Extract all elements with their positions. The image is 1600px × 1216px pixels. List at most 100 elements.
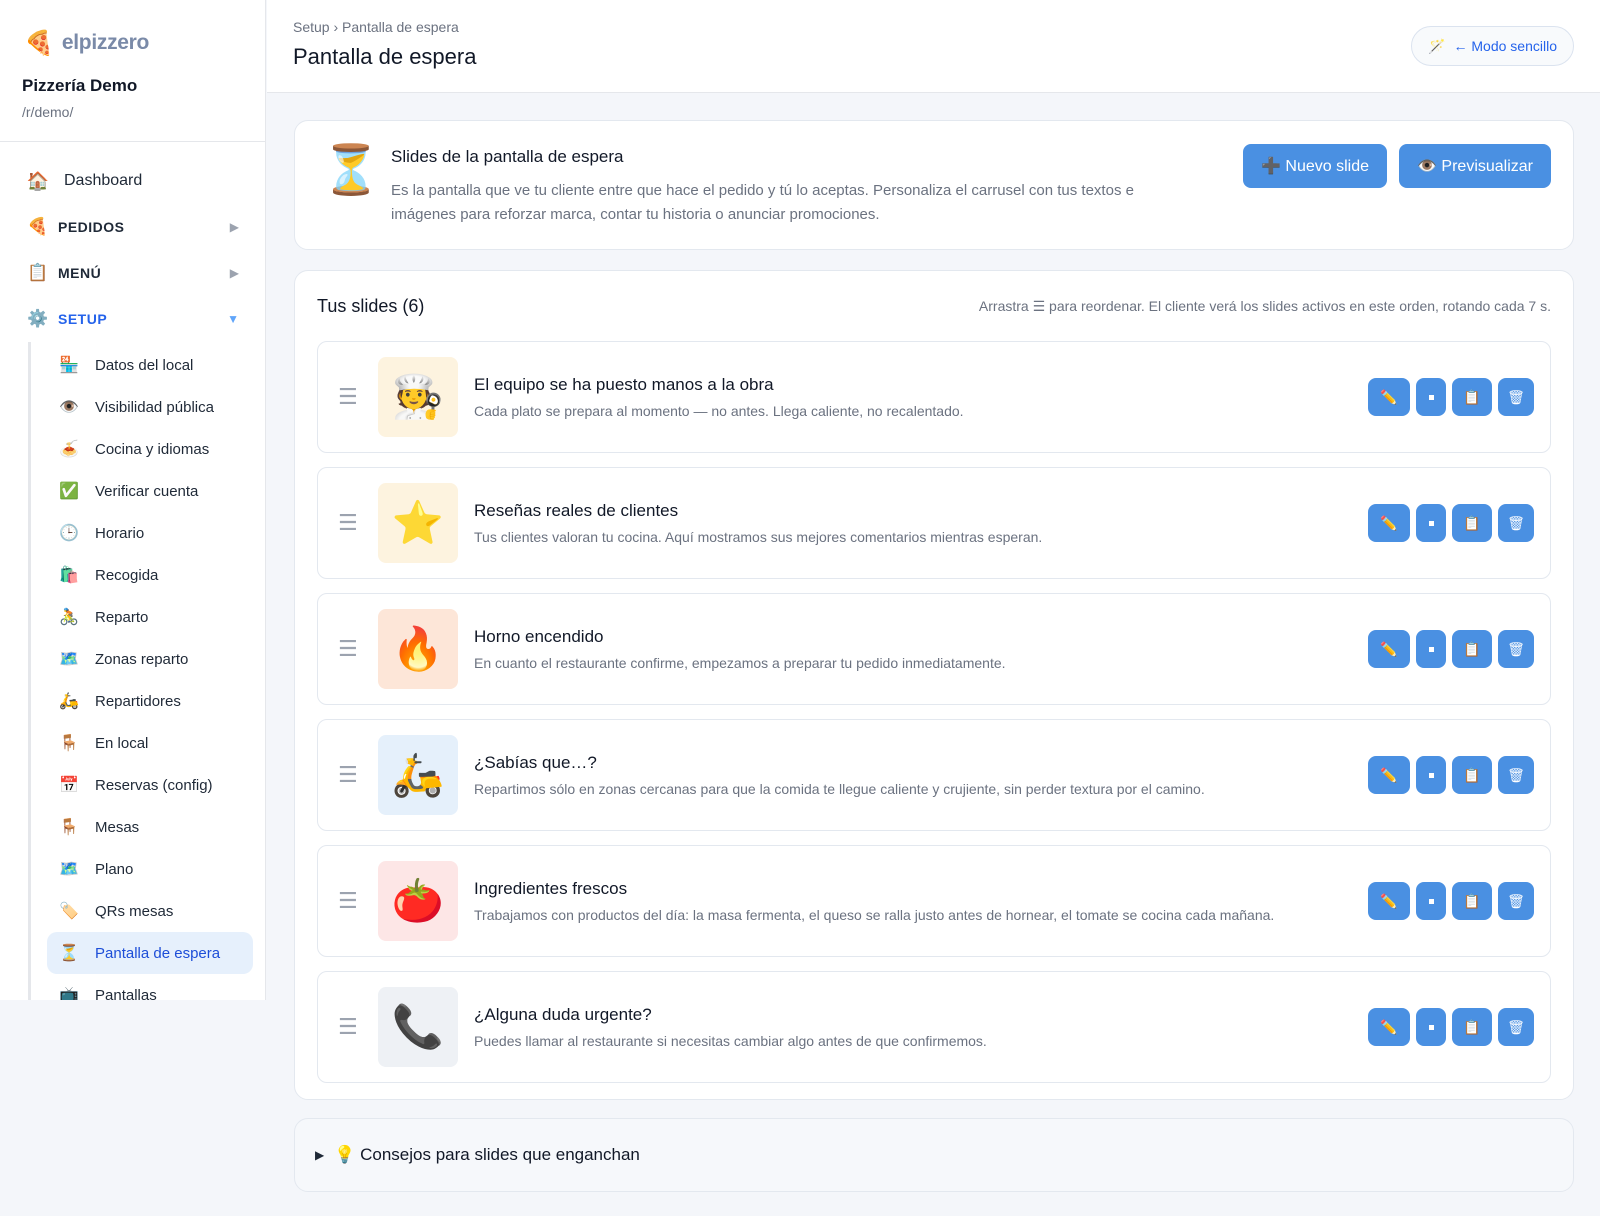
sidebar-item-zonas-reparto[interactable]: 🗺️ Zonas reparto	[47, 638, 253, 680]
pencil-icon: ✏️	[1380, 766, 1398, 783]
sidebar-item-plano[interactable]: 🗺️ Plano	[47, 848, 253, 890]
map-icon: 🗺️	[59, 861, 79, 878]
toggle-slide-button[interactable]	[1416, 882, 1446, 920]
duplicate-slide-button[interactable]: 📋	[1452, 378, 1492, 416]
drag-handle-icon[interactable]: ☰	[338, 762, 378, 788]
simple-mode-button[interactable]: 🪄 ← Modo sencillo	[1411, 26, 1574, 66]
duplicate-slide-button[interactable]: 📋	[1452, 630, 1492, 668]
delete-slide-button[interactable]: 🗑	[1498, 1008, 1534, 1046]
tips-toggle[interactable]: ▶ 💡 Consejos para slides que enganchan	[294, 1118, 1574, 1192]
sidebar-section-menu[interactable]: 📋 MENÚ ▶	[0, 250, 265, 296]
page-title: Pantalla de espera	[293, 44, 477, 69]
sidebar-item-en-local[interactable]: 🪑 En local	[47, 722, 253, 764]
toggle-slide-button[interactable]	[1416, 1008, 1446, 1046]
sidebar-item-recogida[interactable]: 🛍️ Recogida	[47, 554, 253, 596]
sidebar-section-setup[interactable]: ⚙️ SETUP ▼	[0, 296, 265, 342]
preview-button[interactable]: 👁️ Previsualizar	[1399, 144, 1551, 188]
edit-slide-button[interactable]: ✏️	[1368, 1008, 1410, 1046]
intro-description: Es la pantalla que ve tu cliente entre q…	[391, 182, 1134, 223]
slide-row: ☰ 📞 ¿Alguna duda urgente? Puedes llamar …	[317, 971, 1551, 1083]
new-slide-button[interactable]: ➕ Nuevo slide	[1243, 144, 1387, 188]
slide-actions: ✏️ 📋 🗑	[1368, 756, 1534, 794]
trash-icon: 🗑	[1507, 388, 1525, 405]
toggle-icon	[1428, 1024, 1434, 1030]
map-icon: 🗺️	[59, 651, 79, 668]
sidebar-item-verificar[interactable]: ✅ Verificar cuenta	[47, 470, 253, 512]
slide-row: ☰ 🍅 Ingredientes frescos Trabajamos con …	[317, 845, 1551, 957]
restaurant-path: /r/demo/	[22, 104, 74, 120]
sidebar-item-horario[interactable]: 🕒 Horario	[47, 512, 253, 554]
page-header: Setup › Pantalla de espera Pantalla de e…	[267, 0, 1600, 93]
duplicate-slide-button[interactable]: 📋	[1452, 504, 1492, 542]
edit-slide-button[interactable]: ✏️	[1368, 378, 1410, 416]
check-icon: ✅	[59, 483, 79, 500]
toggle-icon	[1428, 898, 1434, 904]
intro-title: Slides de la pantalla de espera	[391, 147, 624, 166]
pencil-icon: ✏️	[1380, 640, 1398, 657]
chevron-down-icon: ▼	[227, 312, 239, 326]
edit-slide-button[interactable]: ✏️	[1368, 882, 1410, 920]
intro-card: ⏳ Slides de la pantalla de espera Es la …	[294, 120, 1574, 250]
sidebar-item-cocina[interactable]: 🍝 Cocina y idiomas	[47, 428, 253, 470]
sidebar-item-datos-local[interactable]: 🏪 Datos del local	[47, 344, 253, 386]
slide-thumbnail: 🍅	[378, 861, 458, 941]
trash-icon: 🗑	[1507, 1018, 1525, 1035]
slide-actions: ✏️ 📋 🗑	[1368, 630, 1534, 668]
breadcrumb[interactable]: Setup › Pantalla de espera	[293, 19, 459, 35]
trash-icon: 🗑	[1507, 766, 1525, 783]
sidebar-item-label: Plano	[95, 860, 134, 878]
drag-handle-icon[interactable]: ☰	[338, 888, 378, 914]
drag-handle-icon[interactable]: ☰	[338, 1014, 378, 1040]
toggle-slide-button[interactable]	[1416, 504, 1446, 542]
delete-slide-button[interactable]: 🗑	[1498, 378, 1534, 416]
toggle-slide-button[interactable]	[1416, 378, 1446, 416]
slide-text: Ingredientes frescos Trabajamos con prod…	[474, 879, 1368, 923]
sidebar-item-label: QRs mesas	[95, 902, 174, 920]
sidebar-item-mesas[interactable]: 🪑 Mesas	[47, 806, 253, 848]
brand-name: elpizzero	[61, 31, 150, 54]
bicycle-icon: 🚴	[59, 609, 79, 626]
sidebar-item-label: Cocina y idiomas	[95, 440, 210, 458]
delete-slide-button[interactable]: 🗑	[1498, 882, 1534, 920]
delete-slide-button[interactable]: 🗑	[1498, 756, 1534, 794]
slide-description: En cuanto el restaurante confirme, empez…	[474, 655, 1006, 671]
drag-handle-icon[interactable]: ☰	[338, 384, 378, 410]
slide-text: Horno encendido En cuanto el restaurante…	[474, 627, 1368, 671]
sidebar-item-visibilidad[interactable]: 👁️ Visibilidad pública	[47, 386, 253, 428]
edit-slide-button[interactable]: ✏️	[1368, 756, 1410, 794]
sidebar-item-pantalla-espera[interactable]: ⏳ Pantalla de espera	[47, 932, 253, 974]
slide-title: Horno encendido	[474, 627, 604, 646]
sidebar-item-label: Recogida	[95, 566, 159, 584]
sidebar-item-dashboard[interactable]: 🏠 Dashboard	[0, 158, 265, 204]
slide-actions: ✏️ 📋 🗑	[1368, 378, 1534, 416]
sidebar-item-qrs-mesas[interactable]: 🏷️ QRs mesas	[47, 890, 253, 932]
slide-thumbnail: 📞	[378, 987, 458, 1067]
sidebar-item-reservas[interactable]: 📅 Reservas (config)	[47, 764, 253, 806]
drag-handle-icon[interactable]: ☰	[338, 636, 378, 662]
shopping-bag-icon: 🛍️	[59, 567, 79, 584]
slide-thumbnail: 🧑‍🍳	[378, 357, 458, 437]
delete-slide-button[interactable]: 🗑	[1498, 504, 1534, 542]
delete-slide-button[interactable]: 🗑	[1498, 630, 1534, 668]
edit-slide-button[interactable]: ✏️	[1368, 630, 1410, 668]
duplicate-slide-button[interactable]: 📋	[1452, 1008, 1492, 1046]
pencil-icon: ✏️	[1380, 892, 1398, 909]
slides-title: Tus slides (6)	[317, 295, 425, 316]
sidebar-item-label: Dashboard	[64, 172, 143, 189]
brand[interactable]: 🍕 elpizzero	[0, 0, 265, 62]
sidebar-item-pantallas[interactable]: 📺 Pantallas	[47, 974, 253, 1001]
drag-handle-icon[interactable]: ☰	[338, 510, 378, 536]
sidebar-section-label: MENÚ	[58, 265, 102, 281]
duplicate-slide-button[interactable]: 📋	[1452, 756, 1492, 794]
sidebar-item-reparto[interactable]: 🚴 Reparto	[47, 596, 253, 638]
slide-description: Repartimos sólo en zonas cercanas para q…	[474, 781, 1205, 797]
sidebar-section-pedidos[interactable]: 🍕 PEDIDOS ▶	[0, 204, 265, 250]
tag-icon: 🏷️	[59, 903, 79, 920]
edit-slide-button[interactable]: ✏️	[1368, 504, 1410, 542]
toggle-slide-button[interactable]	[1416, 756, 1446, 794]
chair-icon: 🪑	[59, 819, 79, 836]
toggle-slide-button[interactable]	[1416, 630, 1446, 668]
setup-subnav: 🏪 Datos del local 👁️ Visibilidad pública 🍝…	[28, 342, 265, 1000]
duplicate-slide-button[interactable]: 📋	[1452, 882, 1492, 920]
sidebar-item-repartidores[interactable]: 🛵 Repartidores	[47, 680, 253, 722]
